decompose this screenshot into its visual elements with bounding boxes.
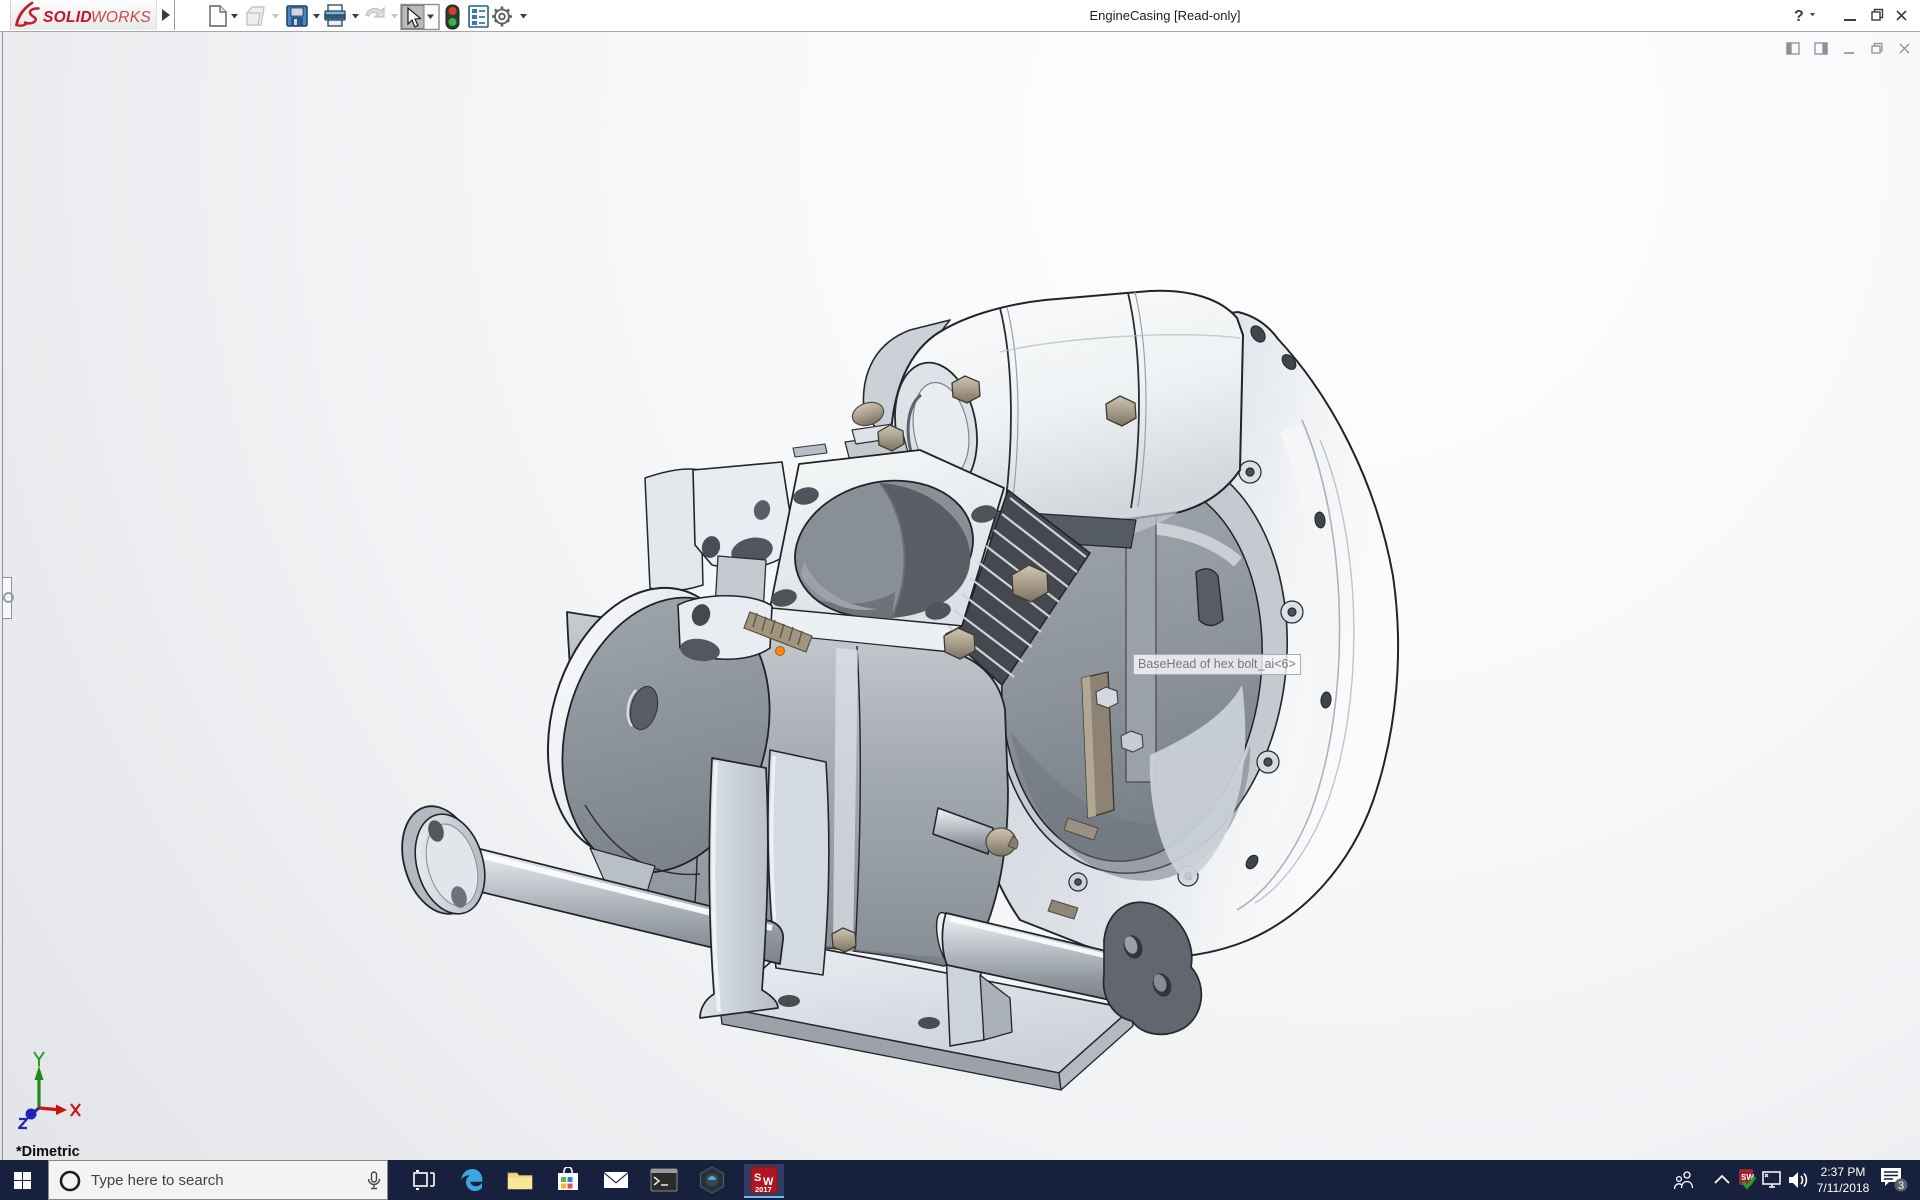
svg-text:WORKS: WORKS	[91, 9, 151, 26]
svg-text:S: S	[754, 1172, 761, 1184]
svg-text:2017: 2017	[755, 1185, 772, 1194]
svg-text:?: ?	[1794, 8, 1804, 25]
svg-text:3: 3	[1898, 1180, 1904, 1192]
svg-text:SOLID: SOLID	[43, 9, 92, 26]
